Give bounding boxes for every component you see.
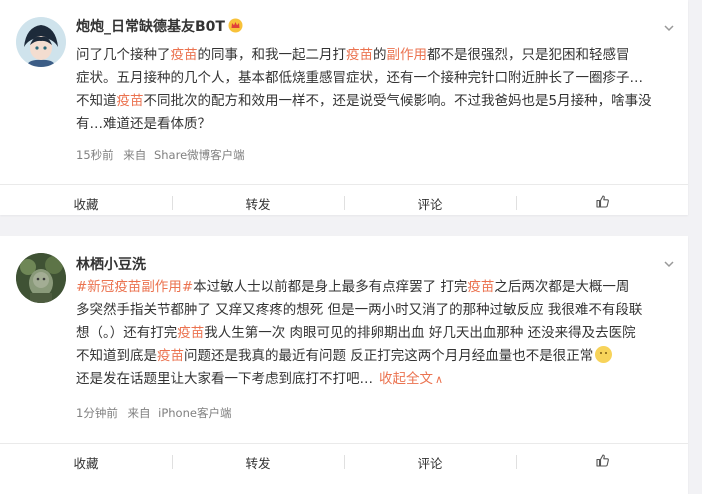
- comment-button[interactable]: 评论: [344, 185, 516, 221]
- source-prefix: 来自: [127, 406, 151, 420]
- content-text: 本过敏人士以前都是身上最多有点痒罢了 打完: [193, 279, 468, 295]
- collapse-label: 收起全文: [379, 371, 433, 387]
- feed-card: 林栖小豆洗 #新冠疫苗副作用#本过敏人士以前都是身上最多有点痒罢了 打完疫苗之后…: [0, 236, 688, 494]
- collect-label: 收藏: [73, 455, 99, 471]
- chevron-down-icon[interactable]: [662, 256, 676, 270]
- collect-label: 收藏: [73, 196, 99, 212]
- content-line: #新冠疫苗副作用#本过敏人士以前都是身上最多有点痒罢了 打完疫苗之后两次都是大概…: [76, 276, 644, 299]
- content-text: 的: [373, 47, 387, 63]
- collect-button[interactable]: 收藏: [0, 444, 172, 480]
- content-text: 想（。）还有打完: [76, 325, 178, 341]
- user-name-text[interactable]: 炮炮_日常缺德基友B0T: [76, 19, 225, 35]
- keyword-highlight[interactable]: 疫苗: [467, 279, 494, 295]
- keyword-highlight[interactable]: 疫苗: [171, 47, 198, 63]
- content-line: 不知道到底是疫苗问题还是我真的最近有问题 反正打完这两个月月经血量也不是很正常: [76, 345, 644, 368]
- user-name[interactable]: 炮炮_日常缺德基友B0T: [76, 18, 243, 38]
- comment-label: 评论: [417, 455, 443, 471]
- repost-label: 转发: [245, 196, 271, 212]
- collect-button[interactable]: 收藏: [0, 185, 172, 221]
- content-text: 症状。五月接种的几个人，基本都低烧重感冒症状，还有一个接种完针口附近肿长了一圈疹…: [76, 70, 643, 86]
- content-text: 有…难道还是看体质？: [76, 116, 211, 132]
- chevron-down-icon[interactable]: [662, 20, 676, 34]
- hashtag-link[interactable]: #新冠: [76, 279, 114, 295]
- chevron-up-icon: ∧: [435, 373, 444, 386]
- post-time[interactable]: 1分钟前: [76, 406, 118, 420]
- keyword-highlight[interactable]: 副作用: [141, 279, 182, 295]
- keyword-highlight[interactable]: 疫苗: [346, 47, 373, 63]
- like-button[interactable]: [516, 444, 688, 480]
- content-text: 还是发在话题里让大家看一下考虑到底打不打吧…: [76, 371, 373, 387]
- keyword-highlight[interactable]: 疫苗: [157, 348, 184, 364]
- keyword-highlight[interactable]: 疫苗: [177, 325, 204, 341]
- source-prefix: 来自: [123, 148, 147, 162]
- thumbs-up-icon: [595, 453, 610, 471]
- crown-icon: [228, 18, 243, 38]
- user-name[interactable]: 林栖小豆洗: [76, 256, 146, 274]
- thumbs-up-icon: [595, 194, 610, 212]
- content-text: 不知道到底是: [76, 348, 157, 364]
- content-line: 不知道疫苗不同批次的配方和效用一样不，还是说受气候影响。不过我爸妈也是5月接种，…: [76, 90, 652, 113]
- post-content: #新冠疫苗副作用#本过敏人士以前都是身上最多有点痒罢了 打完疫苗之后两次都是大概…: [76, 276, 644, 391]
- content-text: 的同事，和我一起二月打: [197, 47, 347, 63]
- content-text: 多突然手指关节都肿了 又痒又疼疼的想死 但是一两小时又消了的那种过敏反应 我很难…: [76, 302, 643, 318]
- comment-label: 评论: [417, 196, 443, 212]
- hashtag-link[interactable]: #: [182, 279, 193, 295]
- action-bar: 收藏 转发 评论: [0, 443, 688, 480]
- user-name-text[interactable]: 林栖小豆洗: [76, 257, 146, 273]
- post-source[interactable]: Share微博客户端: [154, 148, 245, 162]
- content-text: 问了几个接种了: [76, 47, 171, 63]
- content-text: 不同批次的配方和效用一样不，还是说受气候影响。不过我爸妈也是5月接种，啥事没: [143, 93, 652, 109]
- keyword-highlight[interactable]: 疫苗: [117, 93, 144, 109]
- post-time[interactable]: 15秒前: [76, 148, 114, 162]
- content-text: 之后两次都是大概一周: [494, 279, 630, 295]
- content-line: 问了几个接种了疫苗的同事，和我一起二月打疫苗的副作用都不是很强烈，只是犯困和轻感…: [76, 44, 644, 67]
- avatar[interactable]: [16, 253, 66, 303]
- comment-button[interactable]: 评论: [344, 444, 516, 480]
- post-content: 问了几个接种了疫苗的同事，和我一起二月打疫苗的副作用都不是很强烈，只是犯困和轻感…: [76, 44, 652, 136]
- keyword-highlight[interactable]: 副作用: [387, 47, 428, 63]
- content-text: 问题还是我真的最近有问题 反正打完这两个月月经血量也不是很正常: [184, 348, 594, 364]
- feed-card: 炮炮_日常缺德基友B0T 问了几个接种了疫苗的同事，和我一起二月打疫苗的副作用都…: [0, 0, 688, 215]
- post-source[interactable]: iPhone客户端: [158, 406, 231, 420]
- keyword-highlight[interactable]: 疫苗: [114, 279, 141, 295]
- repost-button[interactable]: 转发: [172, 444, 344, 480]
- content-line: 症状。五月接种的几个人，基本都低烧重感冒症状，还有一个接种完针口附近肿长了一圈疹…: [76, 67, 644, 90]
- content-text: 我人生第一次 肉眼可见的排卵期出血 好几天出血那种 还没来得及去医院: [204, 325, 636, 341]
- content-line: 还是发在话题里让大家看一下考虑到底打不打吧… 收起全文 ∧: [76, 368, 644, 391]
- content-line: 有…难道还是看体质？: [76, 113, 644, 136]
- content-text: 都不是很强烈，只是犯困和轻感冒: [427, 47, 630, 63]
- repost-label: 转发: [245, 455, 271, 471]
- post-meta: 15秒前 来自 Share微博客户端: [76, 147, 245, 163]
- content-text: 不知道: [76, 93, 117, 109]
- repost-button[interactable]: 转发: [172, 185, 344, 221]
- content-line: 想（。）还有打完疫苗我人生第一次 肉眼可见的排卵期出血 好几天出血那种 还没来得…: [76, 322, 644, 345]
- like-button[interactable]: [516, 185, 688, 221]
- collapse-full-text-link[interactable]: 收起全文 ∧: [379, 371, 443, 387]
- smile-emoji-icon: [595, 346, 613, 363]
- post-meta: 1分钟前 来自 iPhone客户端: [76, 405, 231, 421]
- content-line: 多突然手指关节都肿了 又痒又疼疼的想死 但是一两小时又消了的那种过敏反应 我很难…: [76, 299, 644, 322]
- action-bar: 收藏 转发 评论: [0, 184, 688, 221]
- avatar[interactable]: [16, 17, 66, 67]
